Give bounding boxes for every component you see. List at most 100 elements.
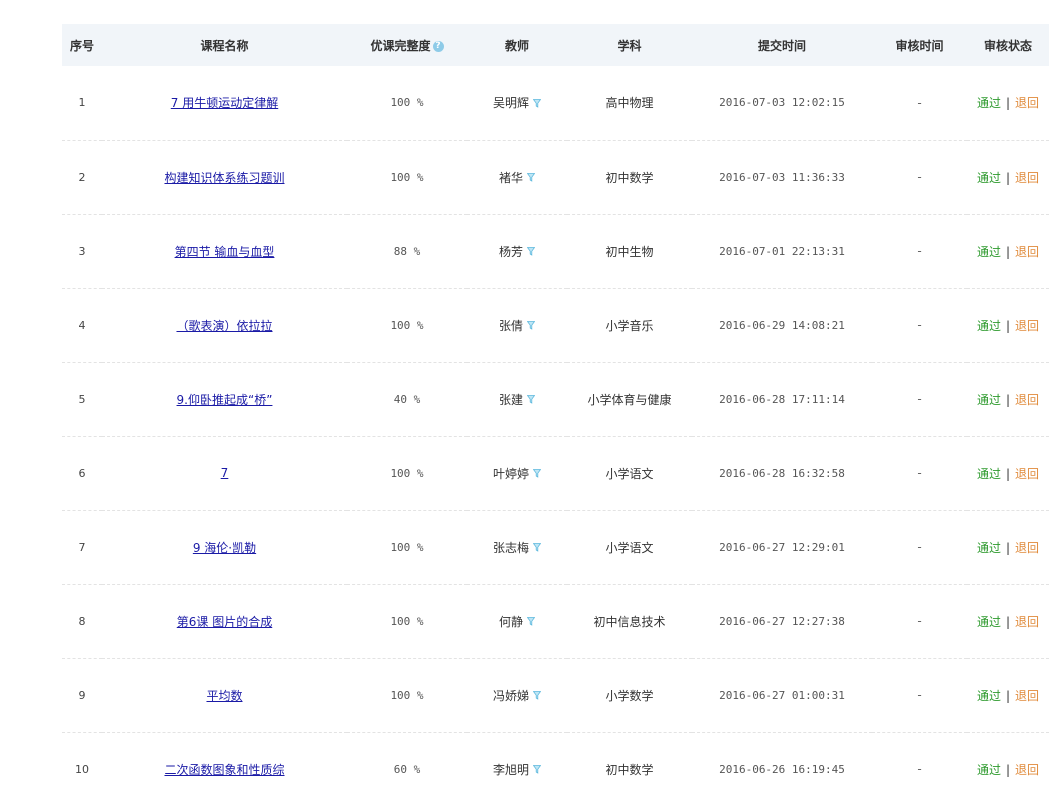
table-header-row: 序号 课程名称 优课完整度? 教师 学科 提交时间 审核时间 审核状态 [62, 24, 1049, 66]
course-name-link[interactable]: 二次函数图象和性质综 [164, 763, 284, 777]
review-list: 序号 课程名称 优课完整度? 教师 学科 提交时间 审核时间 审核状态 1 7 … [62, 24, 1049, 806]
filter-icon[interactable] [532, 763, 542, 777]
review-time-cell: - [872, 583, 967, 658]
review-time-cell: - [872, 139, 967, 214]
teacher-name: 李旭明 [492, 762, 529, 777]
return-button[interactable]: 退回 [1015, 541, 1039, 555]
filter-icon[interactable] [526, 319, 536, 333]
completeness-value: 100 % [347, 583, 467, 658]
completeness-value: 100 % [347, 435, 467, 510]
status-cell: 通过 | 退回 [967, 435, 1049, 510]
return-button[interactable]: 退回 [1015, 319, 1039, 333]
return-button[interactable]: 退回 [1015, 393, 1039, 407]
pass-button[interactable]: 通过 [977, 393, 1001, 407]
teacher-cell: 李旭明 [467, 731, 567, 806]
pass-button[interactable]: 通过 [977, 615, 1001, 629]
review-time-cell: - [872, 287, 967, 362]
pass-button[interactable]: 通过 [977, 171, 1001, 185]
completeness-value: 100 % [347, 287, 467, 362]
course-name-link[interactable]: 7 [221, 466, 229, 480]
pass-button[interactable]: 通过 [977, 689, 1001, 703]
pass-button[interactable]: 通过 [977, 96, 1001, 110]
teacher-cell: 张倩 [467, 287, 567, 362]
pass-button[interactable]: 通过 [977, 763, 1001, 777]
review-time-cell: - [872, 509, 967, 584]
teacher-name: 吴明辉 [492, 96, 529, 111]
help-icon[interactable]: ? [432, 40, 444, 52]
completeness-value: 100 % [347, 657, 467, 732]
teacher-cell: 何静 [467, 583, 567, 658]
filter-icon[interactable] [526, 171, 536, 185]
action-separator: | [1005, 244, 1011, 259]
return-button[interactable]: 退回 [1015, 467, 1039, 481]
teacher-cell: 叶婷婷 [467, 435, 567, 510]
course-name-link[interactable]: 9 海伦·凯勒 [193, 541, 256, 555]
review-table: 序号 课程名称 优课完整度? 教师 学科 提交时间 审核时间 审核状态 1 7 … [62, 24, 1049, 806]
action-separator: | [1005, 688, 1011, 703]
course-name-link[interactable]: 9.仰卧推起成“桥” [177, 393, 273, 407]
teacher-name: 张建 [498, 392, 523, 407]
table-row: 2 构建知识体系练习题训 100 % 褚华 初中数学 2016-07-03 11… [62, 139, 1049, 214]
course-name-cell: （歌表演）依拉拉 [102, 287, 347, 362]
teacher-name: 叶婷婷 [492, 466, 529, 481]
course-name-link[interactable]: 7 用牛顿运动定律解 [171, 96, 278, 110]
return-button[interactable]: 退回 [1015, 96, 1039, 110]
return-button[interactable]: 退回 [1015, 763, 1039, 777]
pass-button[interactable]: 通过 [977, 467, 1001, 481]
teacher-name: 张志梅 [492, 540, 529, 555]
course-name-cell: 第6课 图片的合成 [102, 583, 347, 658]
pass-button[interactable]: 通过 [977, 541, 1001, 555]
teacher-name: 杨芳 [498, 244, 523, 259]
teacher-name: 褚华 [498, 170, 523, 185]
review-time-cell: - [872, 213, 967, 288]
submit-time-cell: 2016-07-03 12:02:15 [719, 96, 845, 110]
teacher-cell: 吴明辉 [467, 66, 567, 140]
row-idx: 6 [62, 435, 102, 510]
review-time-cell: - [872, 657, 967, 732]
subject-cell: 小学语文 [567, 435, 692, 510]
completeness-value: 100 % [347, 509, 467, 584]
filter-icon[interactable] [526, 245, 536, 259]
action-separator: | [1005, 614, 1011, 629]
action-separator: | [1005, 540, 1011, 555]
filter-icon[interactable] [526, 393, 536, 407]
table-row: 3 第四节 输血与血型 88 % 杨芳 初中生物 2016-07-01 22:1… [62, 213, 1049, 288]
header-submit-time: 提交时间 [757, 38, 806, 53]
course-name-link[interactable]: 平均数 [206, 689, 242, 703]
filter-icon[interactable] [526, 615, 536, 629]
row-idx: 9 [62, 657, 102, 732]
action-separator: | [1005, 762, 1011, 777]
filter-icon[interactable] [532, 541, 542, 555]
row-idx: 8 [62, 583, 102, 658]
table-row: 4 （歌表演）依拉拉 100 % 张倩 小学音乐 2016-06-29 14:0… [62, 287, 1049, 362]
submit-time-cell: 2016-07-03 11:36:33 [692, 139, 872, 214]
subject-cell: 初中数学 [567, 139, 692, 214]
course-name-link[interactable]: 构建知识体系练习题训 [164, 171, 284, 185]
course-name-link[interactable]: （歌表演）依拉拉 [176, 319, 272, 333]
filter-icon[interactable] [532, 689, 542, 703]
return-button[interactable]: 退回 [1015, 171, 1039, 185]
pass-button[interactable]: 通过 [977, 245, 1001, 259]
course-name-link[interactable]: 第四节 输血与血型 [175, 245, 275, 259]
submit-time-cell: 2016-06-28 17:11:14 [692, 361, 872, 436]
subject-cell: 小学数学 [567, 657, 692, 732]
teacher-cell: 冯娇娣 [467, 657, 567, 732]
filter-icon[interactable] [532, 467, 542, 481]
row-idx: 7 [62, 509, 102, 584]
header-idx: 序号 [69, 38, 94, 53]
table-row: 5 9.仰卧推起成“桥” 40 % 张建 小学体育与健康 2016-06-28 … [62, 361, 1049, 436]
course-name-link[interactable]: 第6课 图片的合成 [177, 615, 272, 629]
course-name-cell: 7 用牛顿运动定律解 [102, 66, 347, 140]
row-idx: 2 [62, 139, 102, 214]
completeness-value: 88 % [347, 213, 467, 288]
pass-button[interactable]: 通过 [977, 319, 1001, 333]
return-button[interactable]: 退回 [1015, 689, 1039, 703]
status-cell: 通过 | 退回 [967, 213, 1049, 288]
row-idx: 1 [78, 96, 86, 110]
return-button[interactable]: 退回 [1015, 615, 1039, 629]
filter-icon[interactable] [532, 97, 542, 111]
status-cell: 通过 | 退回 [967, 657, 1049, 732]
course-name-cell: 7 [102, 435, 347, 510]
row-idx: 4 [62, 287, 102, 362]
return-button[interactable]: 退回 [1015, 245, 1039, 259]
